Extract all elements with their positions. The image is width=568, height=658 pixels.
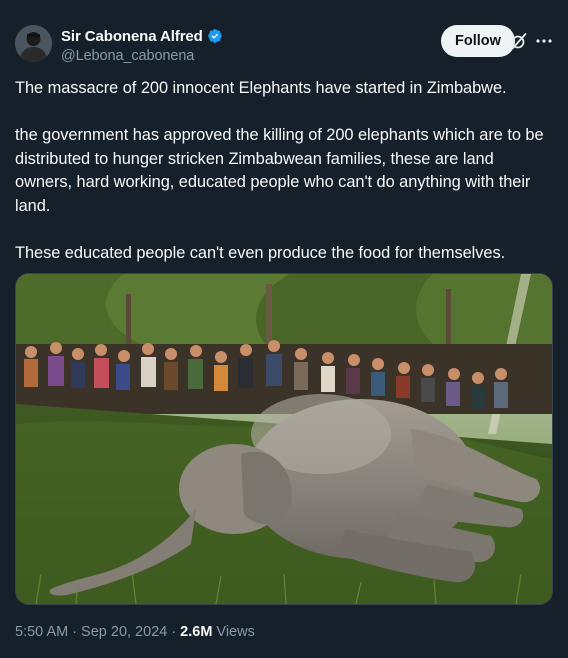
tweet-media-photo[interactable] — [15, 273, 553, 605]
views-label: Views — [216, 624, 255, 640]
meta-separator: · — [72, 624, 78, 640]
meta-separator: · — [171, 624, 177, 640]
tweet-meta: 5:50 AM · Sep 20, 2024 · 2.6M Views — [15, 624, 255, 640]
tweet-paragraph-1: The massacre of 200 innocent Elephants h… — [15, 79, 507, 97]
display-name[interactable]: Sir Cabonena Alfred — [61, 28, 203, 45]
tweet-time[interactable]: 5:50 AM — [15, 624, 68, 640]
avatar[interactable] — [15, 25, 52, 62]
follow-button[interactable]: Follow — [441, 25, 515, 57]
author-handle[interactable]: @Lebona_cabonena — [61, 48, 223, 64]
display-name-row: Sir Cabonena Alfred — [61, 26, 223, 46]
views-count: 2.6M — [180, 624, 213, 640]
author-names: Sir Cabonena Alfred @Lebona_cabonena — [61, 26, 223, 64]
grok-icon[interactable] — [510, 32, 528, 50]
tweet-date[interactable]: Sep 20, 2024 — [81, 624, 167, 640]
avatar-photo-icon — [15, 25, 52, 62]
tweet-paragraph-2: the government has approved the killing … — [15, 126, 544, 215]
more-icon[interactable] — [535, 32, 553, 50]
verified-badge-icon — [207, 28, 223, 44]
tweet-paragraph-3: These educated people can't even produce… — [15, 243, 506, 262]
tweet: Sir Cabonena Alfred @Lebona_cabonena Fol… — [0, 0, 568, 658]
tweet-header: Sir Cabonena Alfred @Lebona_cabonena Fol… — [15, 24, 553, 66]
elephant-photo — [16, 274, 552, 604]
tweet-text: The massacre of 200 innocent Elephants h… — [15, 77, 553, 265]
